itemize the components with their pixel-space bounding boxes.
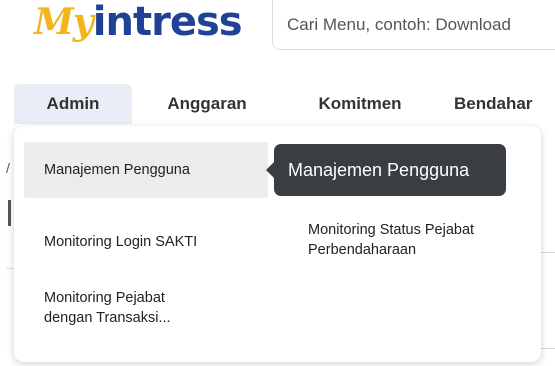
search-input[interactable] [287, 12, 555, 38]
tooltip: Manajemen Pengguna [274, 144, 506, 196]
background-heading-fragment [8, 200, 11, 226]
menu-item-monitoring-login-sakti[interactable]: Monitoring Login SAKTI [44, 232, 197, 252]
main-nav: Admin Anggaran Komitmen Bendahar [0, 84, 555, 126]
search-box[interactable] [272, 0, 555, 50]
background-text-fragment: / [6, 160, 10, 176]
nav-tab-anggaran[interactable]: Anggaran [146, 84, 268, 124]
nav-tab-bendahara[interactable]: Bendahar [450, 84, 555, 124]
nav-tab-admin[interactable]: Admin [14, 84, 132, 124]
app-logo[interactable]: My intress [34, 0, 243, 45]
background-divider-right-bottom [540, 348, 555, 349]
menu-item-label: Manajemen Pengguna [44, 162, 190, 178]
tooltip-arrow [266, 162, 274, 178]
logo-intress-text: intress [92, 0, 243, 45]
logo-my-text: My [34, 1, 94, 43]
background-divider [6, 268, 14, 269]
menu-item-monitoring-pejabat-transaksi[interactable]: Monitoring Pejabat dengan Transaksi... [44, 288, 214, 328]
menu-item-manajemen-pengguna[interactable]: Manajemen Pengguna [24, 142, 268, 198]
nav-tab-komitmen[interactable]: Komitmen [300, 84, 420, 124]
menu-item-monitoring-status-pejabat[interactable]: Monitoring Status Pejabat Perbendaharaan [308, 220, 528, 260]
background-divider-right [540, 252, 555, 253]
